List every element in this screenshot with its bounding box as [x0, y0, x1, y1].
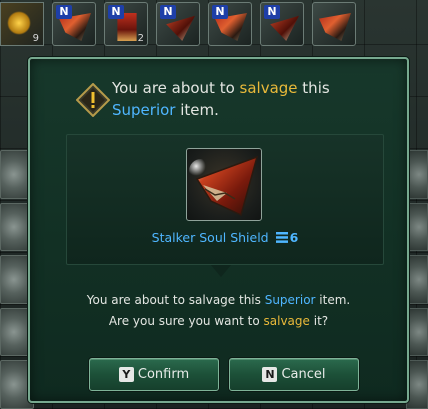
- confirm-label: Confirm: [137, 367, 190, 382]
- hotkey-y-icon: Y: [118, 367, 134, 382]
- soul-shield-item-icon: [189, 155, 259, 217]
- dialog-title-line-1: You are about to salvage this: [112, 79, 330, 97]
- new-badge: N: [160, 5, 176, 19]
- inventory-slot[interactable]: N: [260, 2, 304, 46]
- confirm-message-line-1: You are about to salvage this Superior i…: [28, 293, 409, 307]
- slot-count: 2: [137, 33, 144, 44]
- inventory-slot[interactable]: 9: [0, 2, 44, 46]
- cancel-label: Cancel: [281, 367, 326, 382]
- title-text: item.: [175, 101, 219, 119]
- inventory-slot[interactable]: N: [156, 2, 200, 46]
- stone-tile: [406, 202, 428, 252]
- salvage-keyword: salvage: [263, 314, 310, 328]
- dialog-title-line-2: Superior item.: [112, 101, 219, 119]
- confirm-button[interactable]: Y Confirm: [89, 358, 219, 391]
- gold-item-icon: [7, 11, 31, 35]
- title-text: this: [297, 79, 330, 97]
- inventory-slot[interactable]: N: [208, 2, 252, 46]
- new-badge: N: [264, 5, 280, 19]
- inventory-slot[interactable]: N: [52, 2, 96, 46]
- confirm-message-line-2: Are you sure you want to salvage it?: [28, 314, 409, 328]
- inventory-slot[interactable]: [312, 2, 356, 46]
- right-stone-column: [406, 150, 428, 409]
- stone-tile: [406, 307, 428, 357]
- warning-diamond-icon: [76, 83, 110, 117]
- inventory-slot-bar: 9 N N 2 N N N: [0, 0, 428, 48]
- inventory-slot[interactable]: N 2: [104, 2, 148, 46]
- superior-keyword: Superior: [264, 293, 316, 307]
- message-text: item.: [315, 293, 351, 307]
- superior-keyword: Superior: [112, 101, 176, 119]
- title-text: You are about to: [112, 79, 240, 97]
- cancel-button[interactable]: N Cancel: [229, 358, 359, 391]
- grade-bars-icon: [275, 232, 288, 243]
- item-name: Stalker Soul Shield: [151, 230, 269, 245]
- message-text: Are you sure you want to: [108, 314, 264, 328]
- new-badge: N: [56, 5, 72, 19]
- soul-shield-icon: [319, 13, 351, 41]
- salvage-keyword: salvage: [239, 79, 298, 97]
- stone-tile: [406, 255, 428, 304]
- message-text: it?: [309, 314, 329, 328]
- item-grade: 6: [289, 230, 299, 245]
- stone-tile: [406, 360, 428, 409]
- stone-tile: [406, 150, 428, 199]
- item-name-label: Stalker Soul Shield 6: [66, 230, 384, 245]
- new-badge: N: [212, 5, 228, 19]
- slot-count: 9: [32, 33, 39, 44]
- hotkey-n-icon: N: [262, 367, 278, 382]
- message-text: You are about to salvage this: [86, 293, 265, 307]
- new-badge: N: [108, 5, 124, 19]
- item-icon-frame[interactable]: [186, 148, 262, 221]
